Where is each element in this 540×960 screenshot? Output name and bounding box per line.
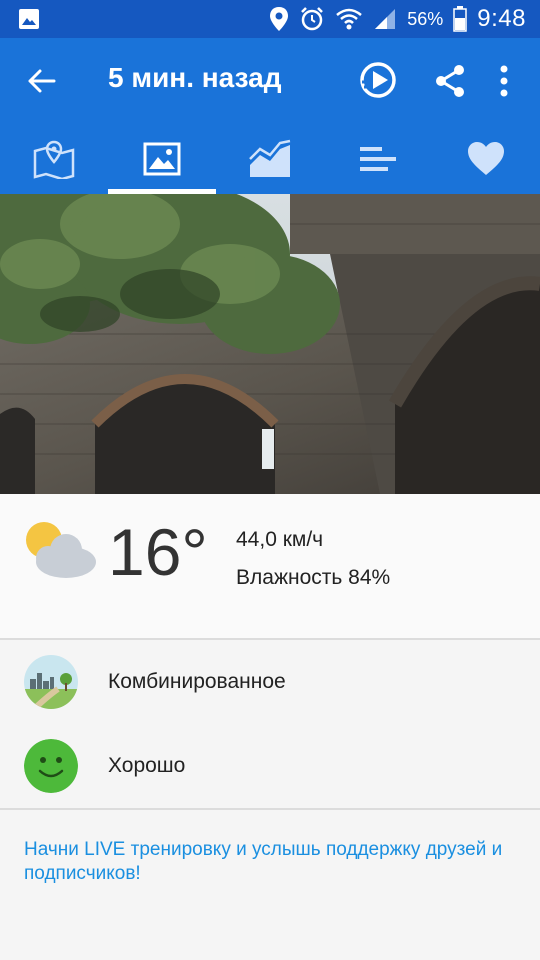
surface-row[interactable]: Комбинированное	[0, 640, 540, 724]
feeling-label: Хорошо	[108, 754, 186, 777]
weather-section: 16° 44,0 км/ч Влажность 84%	[0, 494, 540, 638]
live-promo-link[interactable]: Начни LIVE тренировку и услышь поддержку…	[24, 838, 504, 886]
divider	[0, 808, 540, 810]
stats-list-icon	[360, 147, 396, 171]
play-icon[interactable]	[358, 60, 398, 100]
location-icon	[270, 7, 289, 31]
alarm-icon	[301, 7, 324, 31]
surface-landscape-icon	[24, 655, 78, 709]
wifi-icon	[336, 8, 363, 30]
smiley-icon	[24, 739, 78, 793]
battery-percent: 56%	[407, 8, 444, 29]
tab-photos[interactable]	[108, 124, 216, 194]
map-icon	[33, 140, 75, 179]
chart-icon	[249, 139, 291, 177]
workout-photo[interactable]	[0, 194, 540, 494]
partly-cloudy-icon	[26, 522, 96, 578]
clock: 9:48	[477, 5, 526, 32]
tab-chart[interactable]	[216, 124, 324, 194]
feeling-row[interactable]: Хорошо	[0, 724, 540, 808]
gallery-icon	[19, 9, 39, 29]
more-vert-icon[interactable]	[498, 64, 510, 98]
share-icon[interactable]	[432, 63, 468, 99]
page-title: 5 мин. назад	[108, 62, 282, 93]
battery-icon	[453, 6, 468, 32]
status-bar: 56% 9:48	[0, 0, 540, 38]
surface-label: Комбинированное	[108, 670, 286, 693]
photo-image	[0, 194, 540, 494]
temperature: 16°	[108, 515, 208, 589]
signal-icon	[375, 9, 396, 29]
photo-icon	[143, 142, 181, 176]
tab-bar	[0, 124, 540, 194]
back-arrow-icon[interactable]	[26, 66, 56, 96]
tab-stats[interactable]	[324, 124, 432, 194]
heart-icon	[468, 142, 504, 175]
app-bar: 5 мин. назад	[0, 38, 540, 124]
humidity: Влажность 84%	[236, 566, 391, 589]
tab-map[interactable]	[0, 124, 108, 194]
wind-speed: 44,0 км/ч	[236, 528, 324, 551]
tab-favorites[interactable]	[432, 124, 540, 194]
